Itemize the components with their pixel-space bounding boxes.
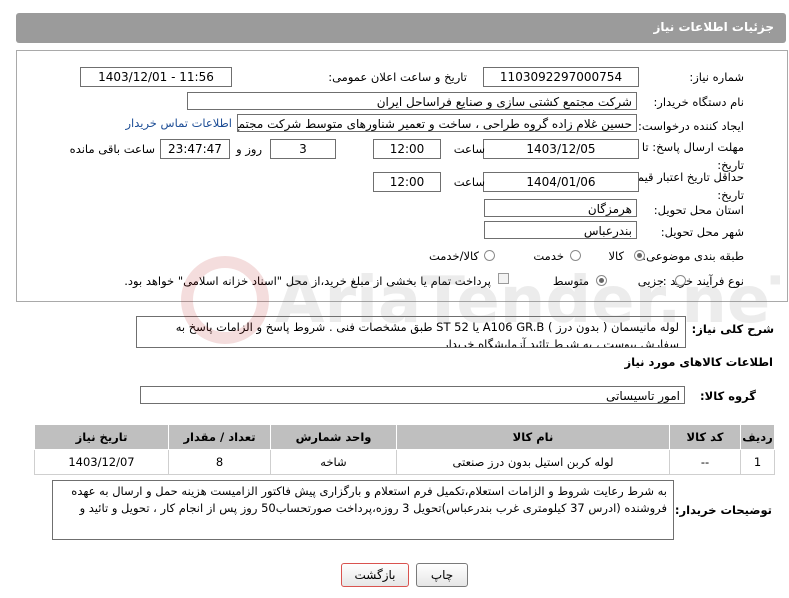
summary-label: شرح کلی نیاز: [691, 322, 774, 336]
category-option-goods: کالا [608, 249, 624, 263]
treasury-checkbox[interactable] [498, 273, 509, 284]
items-table: ردیف کد کالا نام کالا واحد شمارش تعداد /… [34, 424, 775, 475]
announce-label: تاریخ و ساعت اعلان عمومی: [328, 70, 467, 84]
table-header-row: ردیف کد کالا نام کالا واحد شمارش تعداد /… [34, 424, 775, 450]
table-row: 1 -- لوله کربن استیل بدون درز صنعتی شاخه… [34, 449, 775, 475]
cell-unit: شاخه [270, 449, 397, 475]
goods-group-label: گروه کالا: [700, 389, 756, 403]
buyer-org-field: شرکت مجتمع کشتی سازی و صنایع فراساحل ایر… [187, 92, 637, 110]
price-validity-time-label: ساعت [453, 175, 485, 189]
need-number-label: شماره نیاز: [689, 70, 744, 84]
category-radio-goods-service[interactable] [484, 250, 495, 261]
process-option-medium: متوسط [552, 274, 589, 288]
col-code: کد کالا [669, 424, 741, 450]
category-option-service: خدمت [533, 249, 564, 263]
cell-row: 1 [740, 449, 775, 475]
category-option-goods-service: کالا/خدمت [428, 249, 479, 263]
summary-textarea[interactable]: لوله مانیسمان ( بدون درز ) A106 GR.B یا … [136, 316, 686, 348]
contact-info-link[interactable]: اطلاعات تماس خریدار [125, 116, 232, 130]
deadline-time-label: ساعت [453, 142, 485, 156]
price-validity-time-field: 12:00 [373, 172, 441, 192]
category-radio-goods[interactable] [634, 250, 645, 261]
goods-group-field: امور تاسیساتی [140, 386, 685, 404]
need-number-field: 1103092297000754 [483, 67, 639, 87]
category-radio-service[interactable] [570, 250, 581, 261]
col-unit: واحد شمارش [270, 424, 397, 450]
category-label: طبقه بندی موضوعی: [642, 249, 744, 263]
treasury-payment-text: پرداخت تمام یا بخشی از مبلغ خرید،از محل … [124, 274, 491, 288]
days-field: 3 [270, 139, 336, 159]
cell-qty: 8 [168, 449, 271, 475]
print-button[interactable]: چاپ [416, 563, 468, 587]
col-need-date: تاریخ نیاز [34, 424, 169, 450]
cell-need-date: 1403/12/07 [34, 449, 169, 475]
province-label: استان محل تحویل: [653, 203, 744, 217]
remaining-time-field: 23:47:47 [160, 139, 230, 159]
process-radio-minor[interactable] [675, 275, 686, 286]
days-label: روز و [236, 142, 262, 156]
cell-code: -- [669, 449, 741, 475]
page-title: جزئیات اطلاعات نیاز [653, 20, 774, 34]
deadline-time-field: 12:00 [373, 139, 441, 159]
price-validity-date-field: 1404/01/06 [483, 172, 639, 192]
buyer-notes-label: توضیحات خریدار: [674, 503, 772, 517]
process-radio-medium[interactable] [596, 275, 607, 286]
process-option-minor: جزیی [637, 274, 664, 288]
remaining-label: ساعت باقی مانده [69, 142, 155, 156]
city-label: شهر محل تحویل: [660, 225, 744, 239]
goods-section-title: اطلاعات کالاهای مورد نیاز [624, 355, 773, 369]
requester-label: ایجاد کننده درخواست: [638, 119, 744, 133]
buyer-org-label: نام دستگاه خریدار: [653, 95, 744, 109]
col-name: نام کالا [396, 424, 670, 450]
province-field: هرمزگان [484, 199, 637, 217]
requester-field: حسین غلام زاده گروه طراحی ، ساخت و تعمیر… [237, 114, 637, 132]
buyer-notes-textarea[interactable]: به شرط رعایت شروط و الزامات استعلام،تکمی… [52, 480, 674, 540]
page-header: جزئیات اطلاعات نیاز [16, 13, 786, 43]
cell-name: لوله کربن استیل بدون درز صنعتی [396, 449, 670, 475]
deadline-date-field: 1403/12/05 [483, 139, 639, 159]
city-field: بندرعباس [484, 221, 637, 239]
col-row: ردیف [740, 424, 775, 450]
back-button[interactable]: بازگشت [341, 563, 409, 587]
col-qty: تعداد / مقدار [168, 424, 271, 450]
announce-field: 1403/12/01 - 11:56 [80, 67, 232, 87]
